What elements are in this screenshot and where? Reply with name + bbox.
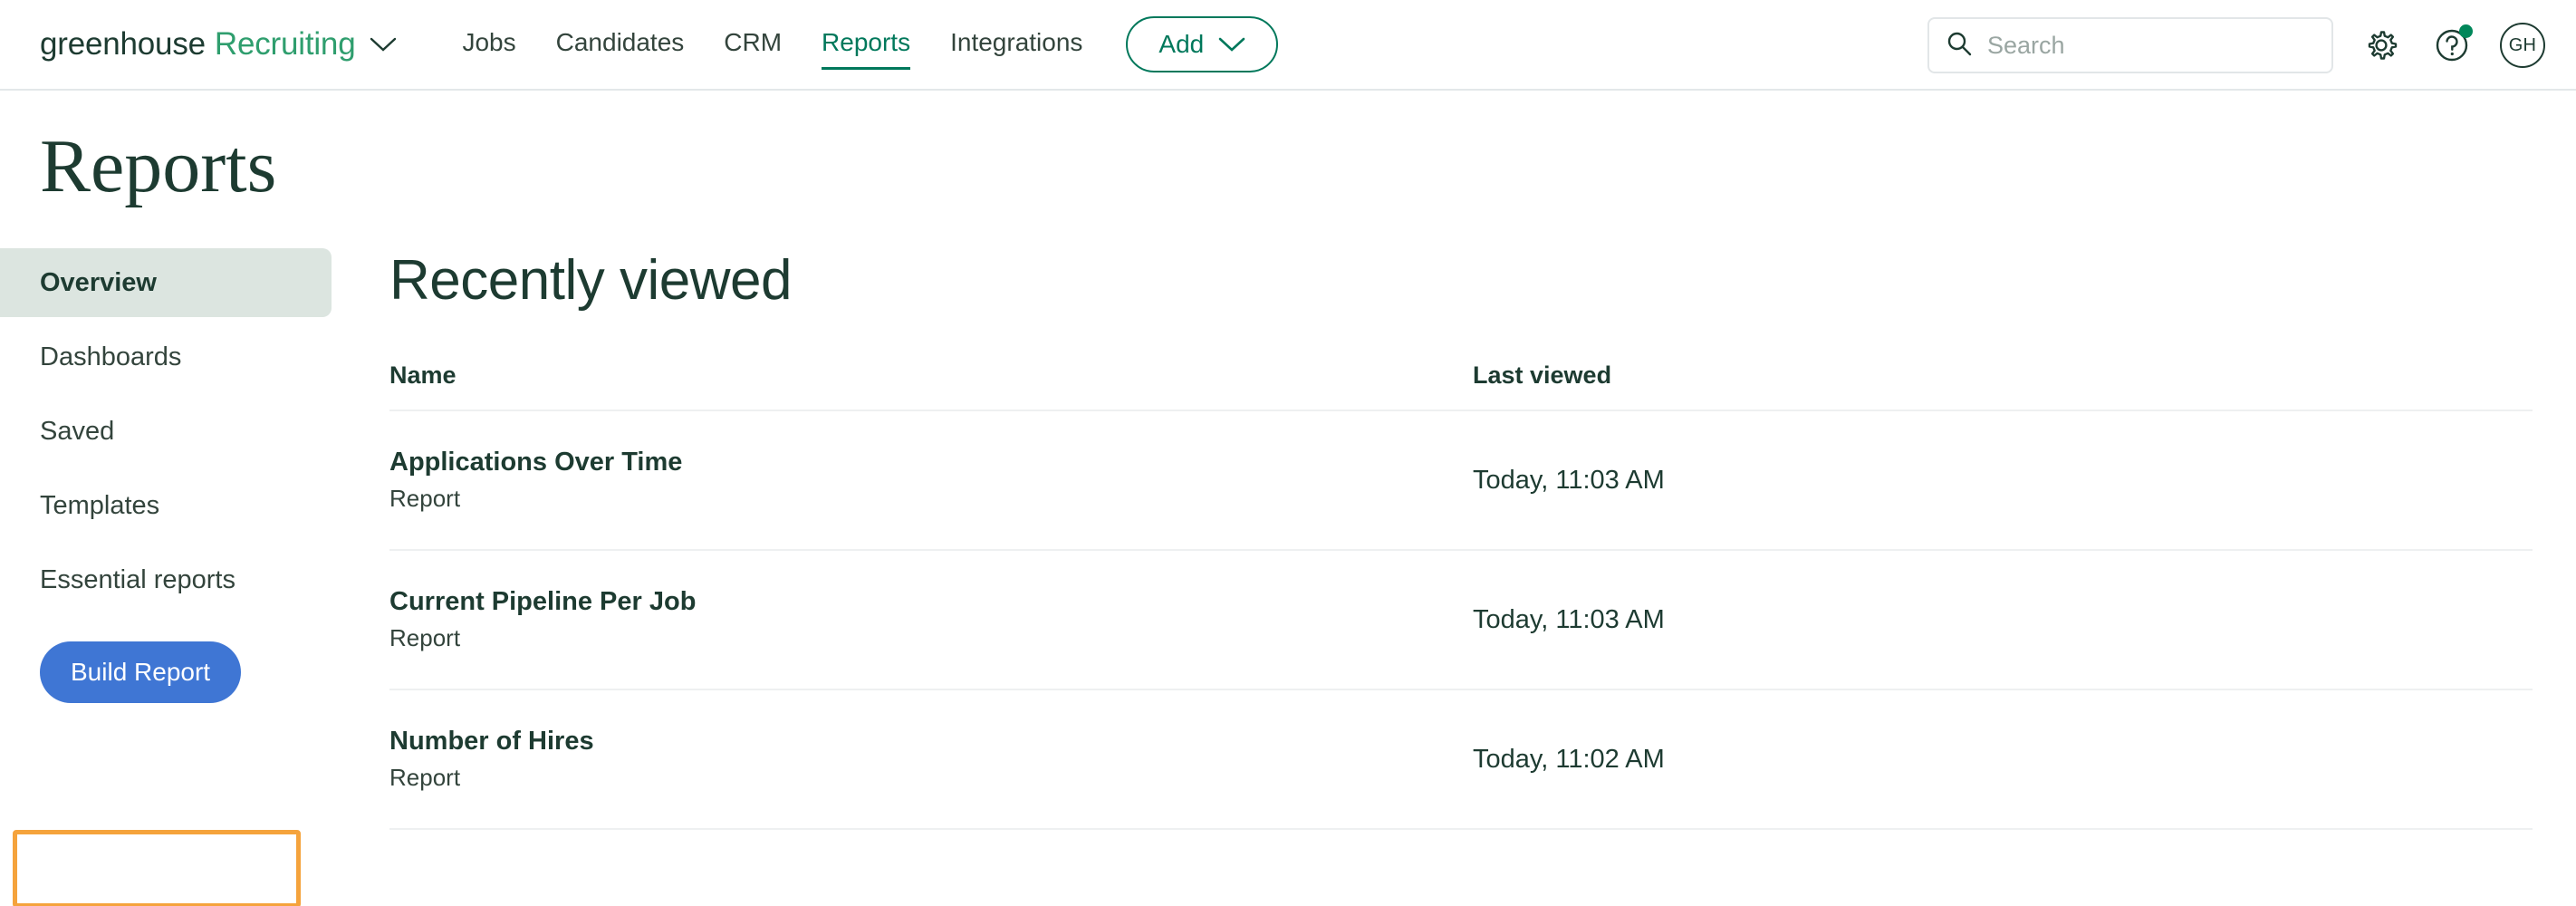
sidebar-item-essential-reports[interactable]: Essential reports: [0, 545, 332, 614]
highlight-annotation-box: [13, 830, 301, 906]
report-title[interactable]: Current Pipeline Per Job: [389, 587, 1473, 617]
sidebar-item-label: Essential reports: [40, 564, 235, 594]
page-body: Overview Dashboards Saved Templates Esse…: [0, 248, 2576, 906]
brand-product-name: Recruiting: [214, 26, 356, 62]
primary-nav: Jobs Candidates CRM Reports Integrations: [462, 28, 1082, 70]
sidebar-item-label: Saved: [40, 416, 115, 446]
gear-icon[interactable]: [2359, 23, 2404, 68]
sidebar: Overview Dashboards Saved Templates Esse…: [0, 248, 389, 906]
column-header-last-viewed: Last viewed: [1473, 361, 1612, 389]
add-button[interactable]: Add: [1126, 16, 1279, 72]
avatar[interactable]: GH: [2500, 23, 2545, 68]
sidebar-item-label: Dashboards: [40, 342, 182, 371]
nav-utilities: GH: [1927, 0, 2545, 91]
build-report-button[interactable]: Build Report: [40, 641, 242, 703]
main-content: Recently viewed Name Last viewed Applica…: [389, 248, 2536, 830]
search-icon: [1946, 30, 1973, 62]
report-type: Report: [389, 624, 461, 651]
brand-name: greenhouse: [40, 26, 206, 62]
report-name-cell: Number of Hires Report: [389, 727, 1473, 792]
search-box[interactable]: [1927, 17, 2333, 73]
nav-item-integrations[interactable]: Integrations: [950, 28, 1082, 61]
top-navigation-bar: greenhouse Recruiting Jobs Candidates CR…: [0, 0, 2576, 91]
report-title[interactable]: Number of Hires: [389, 727, 1473, 757]
sidebar-item-saved[interactable]: Saved: [0, 397, 332, 466]
chevron-down-icon[interactable]: [370, 36, 397, 53]
nav-item-candidates[interactable]: Candidates: [556, 28, 685, 61]
page-title: Reports: [40, 124, 277, 208]
brand-logo[interactable]: greenhouse Recruiting: [40, 26, 397, 63]
chevron-down-icon: [1218, 30, 1245, 59]
sidebar-item-label: Templates: [40, 490, 160, 520]
report-type: Report: [389, 764, 461, 791]
last-viewed-cell: Today, 11:02 AM: [1473, 744, 1665, 774]
table-row[interactable]: Number of Hires Report Today, 11:02 AM: [389, 690, 2533, 830]
report-name-cell: Current Pipeline Per Job Report: [389, 587, 1473, 652]
sidebar-item-dashboards[interactable]: Dashboards: [0, 323, 332, 391]
last-viewed-cell: Today, 11:03 AM: [1473, 604, 1665, 634]
sidebar-item-label: Overview: [40, 267, 157, 297]
section-title: Recently viewed: [389, 249, 792, 312]
sidebar-item-overview[interactable]: Overview: [0, 248, 332, 317]
report-type: Report: [389, 485, 461, 512]
help-icon[interactable]: [2429, 23, 2475, 68]
nav-item-reports[interactable]: Reports: [822, 28, 911, 70]
sidebar-item-templates[interactable]: Templates: [0, 471, 332, 540]
column-header-name: Name: [389, 361, 457, 389]
recently-viewed-table: Name Last viewed Applications Over Time …: [389, 361, 2533, 830]
table-header-row: Name Last viewed: [389, 361, 2533, 411]
table-row[interactable]: Current Pipeline Per Job Report Today, 1…: [389, 551, 2533, 690]
report-name-cell: Applications Over Time Report: [389, 448, 1473, 513]
add-button-label: Add: [1158, 30, 1205, 58]
notification-dot: [2459, 24, 2473, 38]
report-title[interactable]: Applications Over Time: [389, 448, 1473, 477]
search-input[interactable]: [1987, 31, 2315, 60]
nav-item-jobs[interactable]: Jobs: [462, 28, 515, 61]
last-viewed-cell: Today, 11:03 AM: [1473, 465, 1665, 495]
table-row[interactable]: Applications Over Time Report Today, 11:…: [389, 411, 2533, 551]
nav-item-crm[interactable]: CRM: [724, 28, 782, 61]
